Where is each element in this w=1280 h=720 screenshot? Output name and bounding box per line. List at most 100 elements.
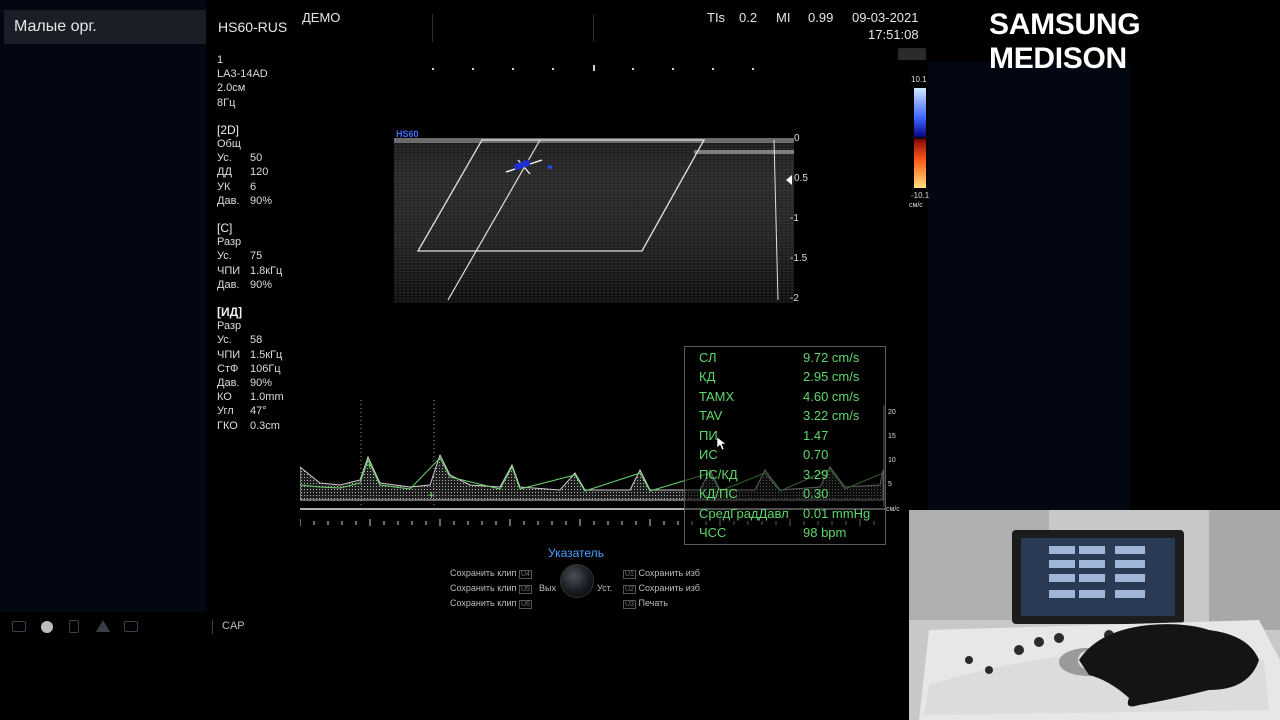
param-line: 2.0см: [217, 82, 246, 95]
measurement-value: 9.72 cm/s: [803, 350, 860, 365]
param-value: 120: [250, 166, 269, 179]
measurement-value: 98 bpm: [803, 525, 847, 540]
image-icon: [898, 48, 926, 60]
param-key: Дав.: [217, 377, 240, 390]
probe-block: 1 LA3-14AD 2.0см 8Гц: [217, 53, 307, 110]
svg-text:+: +: [428, 488, 435, 502]
tis-value: 0.2: [739, 10, 758, 25]
color-scale-min: -10.1: [911, 191, 930, 200]
param-row: КО 1.0mm: [217, 390, 307, 404]
measurement-label: TAMX: [699, 389, 735, 404]
color-velocity-bar: [914, 88, 926, 188]
status-divider: [212, 620, 213, 634]
mi-label: MI: [776, 10, 791, 25]
color-scale-unit: см/с: [909, 202, 923, 209]
param-block-pw: [ИД] Разр Ус. 58 ЧПИ 1.5кГц СтФ 106Гц Дав. 9…: [217, 305, 307, 433]
storage-icon[interactable]: [69, 620, 79, 633]
soft-key[interactable]: U1 Сохранить изб: [623, 568, 700, 579]
measurement-label: TAV: [699, 408, 723, 423]
mi-value: 0.99: [808, 10, 834, 25]
caps-indicator: CAP: [222, 620, 245, 632]
param-value: 6: [250, 180, 257, 193]
color-box-overlay[interactable]: [394, 130, 814, 310]
exit-button[interactable]: Вых: [539, 583, 556, 593]
param-row: ГКО 0.3cm: [217, 419, 307, 433]
param-title: [ИД]: [217, 305, 243, 320]
operator-camera-inset: [909, 510, 1280, 720]
param-row: ДД 120: [217, 165, 307, 179]
soft-key-label: Сохранить изб: [638, 568, 700, 578]
param-line: LA3-14AD: [217, 68, 268, 81]
measurement-label: СЛ: [699, 350, 717, 365]
measurement-results-panel: СЛ 9.72 cm/s КД 2.95 cm/s TAMX 4.60 cm/s TA…: [684, 346, 886, 545]
param-value: 50: [250, 152, 263, 165]
param-key: ЧПИ: [217, 348, 241, 361]
soft-key[interactable]: Сохранить клип U5: [450, 583, 532, 594]
tis-label: TIs: [707, 10, 726, 25]
measurement-label: ИС: [699, 447, 718, 462]
param-row: СтФ 106Гц: [217, 362, 307, 376]
param-key: Угл: [217, 405, 234, 418]
system-name: HS60-RUS: [218, 19, 288, 35]
warning-icon[interactable]: [96, 620, 110, 632]
soft-key[interactable]: Сохранить клип U4: [450, 568, 532, 579]
header-divider: [432, 14, 433, 42]
param-row: Ус. 75: [217, 249, 307, 263]
soft-key-code: U5: [518, 585, 532, 594]
trackball-icon[interactable]: [560, 564, 594, 598]
soft-key[interactable]: U3 Печать: [623, 598, 668, 609]
measurement-value: 2.95 cm/s: [803, 369, 860, 384]
param-value: 58: [250, 334, 263, 347]
network-icon[interactable]: [12, 621, 26, 632]
record-icon[interactable]: [41, 621, 53, 633]
measurement-row: TAV 3.22 cm/s: [699, 408, 879, 427]
param-row: ЧПИ 1.8кГц: [217, 264, 307, 278]
doppler-unit: см/с: [886, 506, 900, 513]
measurement-label: КД: [699, 369, 716, 384]
param-value: 90%: [250, 377, 273, 390]
param-title: [2D]: [217, 122, 240, 137]
preset-tab[interactable]: Малые орг.: [4, 10, 206, 44]
depth-label: -1.5: [790, 253, 808, 264]
measurement-value: 3.22 cm/s: [803, 408, 860, 423]
param-value: 1.8кГц: [250, 264, 283, 277]
soft-key[interactable]: Сохранить клип U6: [450, 598, 532, 609]
imaging-parameters: 1 LA3-14AD 2.0см 8Гц [2D] Общ Ус. 50 ДД 12…: [217, 53, 307, 446]
doppler-tick: 15: [888, 433, 896, 440]
svg-text:+: +: [366, 458, 373, 472]
measurement-label: ПС/КД: [699, 467, 738, 482]
param-row: ЧПИ 1.5кГц: [217, 348, 307, 362]
param-row: УК 6: [217, 180, 307, 194]
param-key: КО: [217, 391, 232, 404]
param-block-color: [C] Разр Ус. 75 ЧПИ 1.8кГц Дав. 90%: [217, 221, 307, 292]
param-value: 47°: [250, 405, 267, 418]
soft-key-code: U6: [518, 600, 532, 609]
ultrasound-console-photo: [909, 510, 1280, 720]
measurement-label: СредГрадДавл: [699, 506, 789, 521]
measurement-row: КД/ПС 0.30: [699, 486, 879, 505]
soft-key[interactable]: U2 Сохранить изб: [623, 583, 700, 594]
param-row: Ус. 50: [217, 151, 307, 165]
param-value: 1.0mm: [250, 391, 284, 404]
measurement-row: КД 2.95 cm/s: [699, 369, 879, 388]
param-line: 8Гц: [217, 96, 236, 109]
param-key: Ус.: [217, 152, 232, 165]
param-row: Дав. 90%: [217, 194, 307, 208]
mode-label: ДЕМО: [302, 10, 341, 25]
measurement-label: ЧСС: [699, 525, 727, 540]
soft-key-code: U1: [623, 570, 636, 579]
soft-key-label: Сохранить клип: [450, 583, 517, 593]
soft-key-code: U4: [518, 570, 532, 579]
param-key: ГКО: [217, 419, 238, 432]
monitor-icon[interactable]: [124, 621, 138, 632]
measurement-value: 1.47: [803, 428, 829, 443]
param-line: Общ: [217, 138, 241, 151]
set-button[interactable]: Уст.: [597, 583, 612, 593]
depth-label: -2: [790, 293, 799, 304]
param-key: ДД: [217, 166, 232, 179]
measurement-value: 0.30: [803, 486, 829, 501]
measurement-row: СредГрадДавл 0.01 mmHg: [699, 506, 879, 525]
param-line: Разр: [217, 236, 242, 249]
measurement-row: TAMX 4.60 cm/s: [699, 389, 879, 408]
param-block-2d: [2D] Общ Ус. 50 ДД 120 УК 6 Дав. 90%: [217, 123, 307, 208]
